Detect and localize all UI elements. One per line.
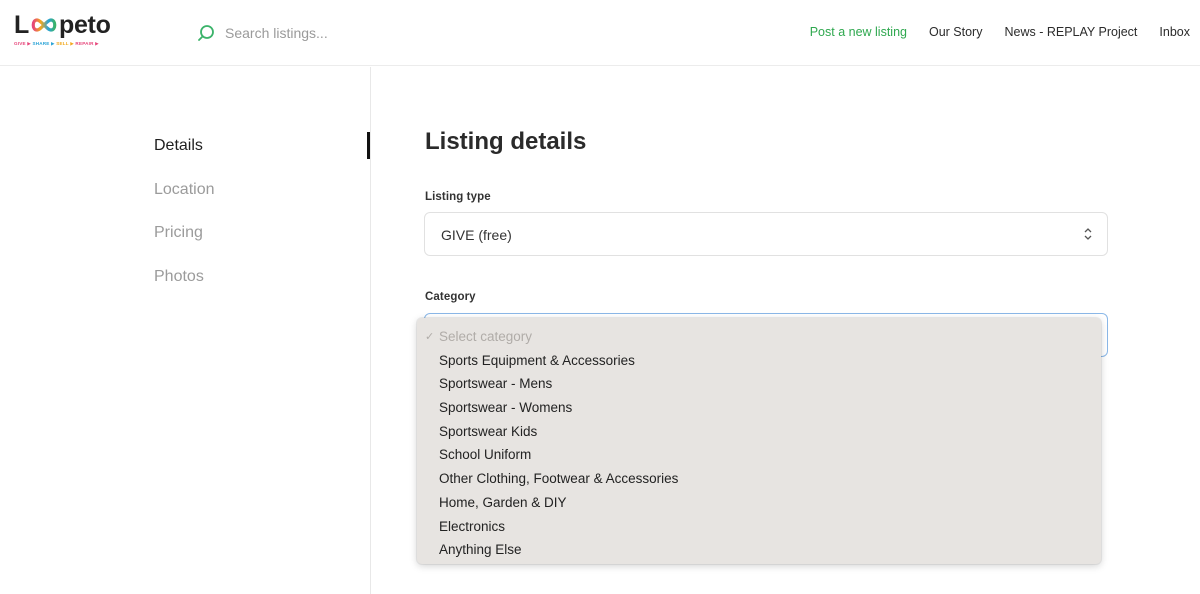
dropdown-option[interactable]: Anything Else xyxy=(417,541,1101,565)
dropdown-option[interactable]: Home, Garden & DIY xyxy=(417,494,1101,518)
inbox-link[interactable]: Inbox xyxy=(1159,25,1190,39)
dropdown-option[interactable]: Electronics xyxy=(417,518,1101,542)
step-photos[interactable]: Photos xyxy=(154,267,215,311)
listing-type-value: GIVE (free) xyxy=(441,227,512,243)
category-label: Category xyxy=(425,291,476,303)
tagline-give: GIVE ▶ xyxy=(14,41,31,46)
tagline-sell: SELL ▶ xyxy=(56,41,74,46)
our-story-link[interactable]: Our Story xyxy=(929,25,983,39)
step-details[interactable]: Details xyxy=(154,136,215,180)
top-nav: Post a new listing Our Story News - REPL… xyxy=(810,25,1190,39)
infinity-loop-icon xyxy=(31,18,57,32)
listing-type-label: Listing type xyxy=(425,191,491,203)
dropdown-option[interactable]: Sports Equipment & Accessories xyxy=(417,352,1101,376)
dropdown-option[interactable]: Sportswear - Womens xyxy=(417,399,1101,423)
search-icon[interactable] xyxy=(196,23,216,43)
news-link[interactable]: News - REPLAY Project xyxy=(1004,25,1137,39)
page-title: Listing details xyxy=(425,128,587,155)
dropdown-option-placeholder[interactable]: ✓ Select category xyxy=(417,328,1101,352)
tagline-share: SHARE ▶ xyxy=(32,41,55,46)
chevron-updown-icon xyxy=(1084,228,1092,240)
logo-tagline: GIVE ▶ SHARE ▶ SELL ▶ REPAIR ▶ xyxy=(14,41,144,47)
sidebar-divider xyxy=(370,67,371,594)
logo-letter: L xyxy=(14,11,29,39)
listing-steps-nav: Details Location Pricing Photos xyxy=(154,136,215,310)
option-label: Select category xyxy=(439,329,533,344)
logo-letters: peto xyxy=(58,11,111,39)
checkmark-icon: ✓ xyxy=(425,331,435,343)
step-pricing[interactable]: Pricing xyxy=(154,223,215,267)
category-dropdown-menu: ✓ Select category Sports Equipment & Acc… xyxy=(417,318,1101,564)
listing-type-select[interactable]: GIVE (free) xyxy=(424,212,1108,256)
search-input[interactable] xyxy=(225,25,425,41)
dropdown-option[interactable]: Sportswear Kids xyxy=(417,423,1101,447)
search-bar xyxy=(196,22,425,44)
logo[interactable]: L peto GIVE ▶ SHARE ▶ SELL ▶ REPAIR ▶ xyxy=(14,10,144,56)
dropdown-option[interactable]: School Uniform xyxy=(417,446,1101,470)
dropdown-option[interactable]: Other Clothing, Footwear & Accessories xyxy=(417,470,1101,494)
post-listing-link[interactable]: Post a new listing xyxy=(810,25,907,39)
logo-wordmark: L peto xyxy=(14,10,144,40)
tagline-repair: REPAIR ▶ xyxy=(75,41,99,46)
step-location[interactable]: Location xyxy=(154,180,215,224)
top-bar: L peto GIVE ▶ SHARE ▶ SELL ▶ REPAIR ▶ Se… xyxy=(0,0,1200,66)
dropdown-option[interactable]: Sportswear - Mens xyxy=(417,375,1101,399)
